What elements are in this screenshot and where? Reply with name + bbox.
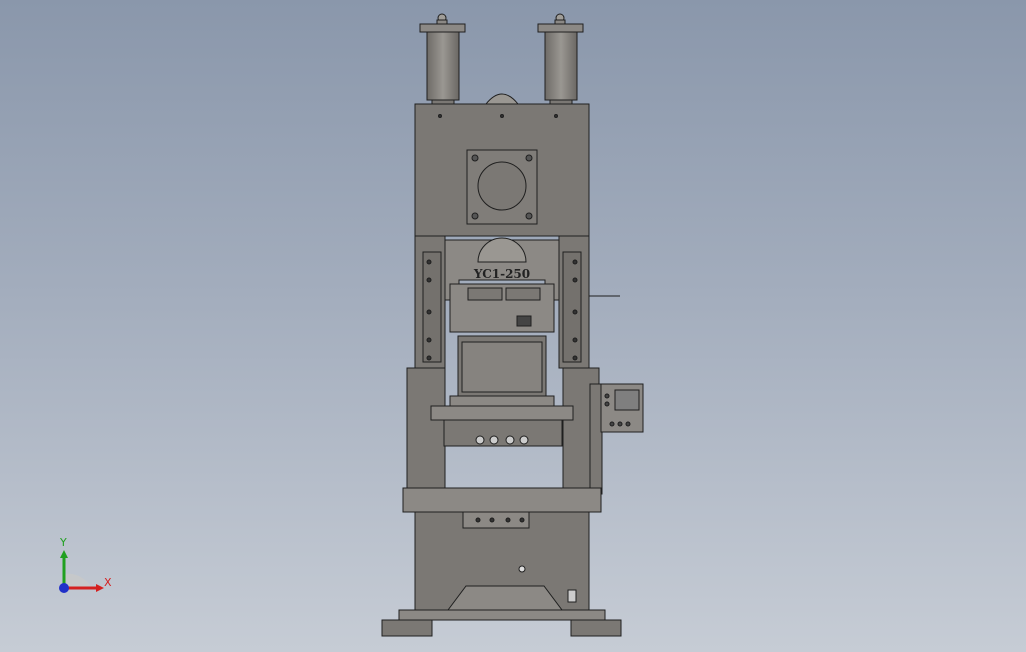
axis-triad[interactable]: Y X xyxy=(59,536,112,593)
press-machine-model[interactable]: YC1-250 Y X xyxy=(0,0,1026,652)
y-axis-label: Y xyxy=(59,536,67,549)
control-panel[interactable] xyxy=(589,383,644,495)
top-dome xyxy=(484,93,520,105)
crown-block xyxy=(414,103,590,237)
frame-left xyxy=(406,235,446,489)
control-panel-screen xyxy=(614,389,640,411)
x-axis-arrowhead xyxy=(96,584,104,592)
x-axis-label: X xyxy=(104,576,112,589)
model-label: YC1-250 xyxy=(473,267,530,281)
bolster xyxy=(430,405,574,447)
cad-viewport[interactable]: YC1-250 Y X xyxy=(0,0,1026,652)
slide-assembly xyxy=(444,237,560,407)
left-cylinder xyxy=(419,13,466,105)
right-cylinder xyxy=(537,13,584,105)
y-axis-arrowhead xyxy=(60,550,68,558)
z-axis-dot xyxy=(59,583,69,593)
